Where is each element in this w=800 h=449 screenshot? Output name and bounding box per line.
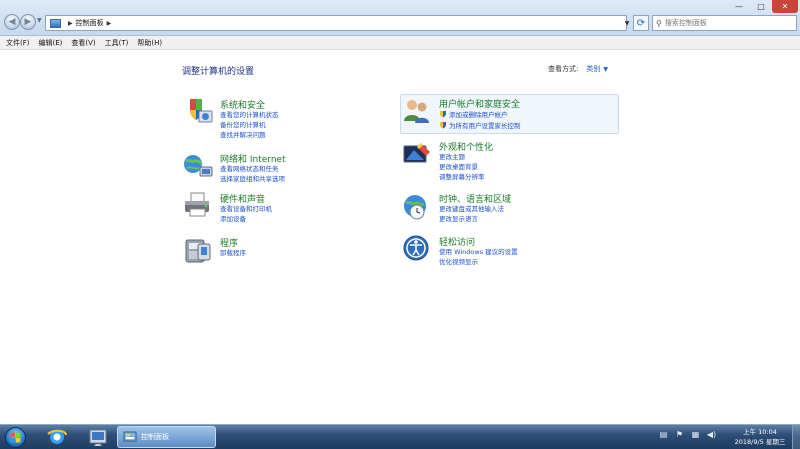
menu-edit[interactable]: 编辑(E) xyxy=(39,38,63,48)
system-tray: ▤ ⚑ ▦ ◀) xyxy=(658,429,722,440)
link-change-theme[interactable]: 更改主题 xyxy=(439,151,465,161)
category-system-security: 系统和安全 查看您的计算机状态 备份您的计算机 查找并解决问题 xyxy=(182,96,402,139)
link-change-display-language[interactable]: 更改显示语言 xyxy=(439,213,478,223)
link-backup-computer[interactable]: 备份您的计算机 xyxy=(220,119,266,129)
show-desktop-button[interactable] xyxy=(792,425,800,449)
link-parental-controls[interactable]: 为所有用户设置家长控制 xyxy=(439,120,521,130)
network-globe-icon[interactable] xyxy=(182,150,214,182)
system-clock[interactable]: 上午 10:04 2018/9/5 星期三 xyxy=(730,427,790,447)
search-box[interactable]: ⚲ xyxy=(652,15,797,31)
link-troubleshoot[interactable]: 查找并解决问题 xyxy=(220,129,266,139)
keyboard-icon[interactable]: ▤ xyxy=(658,429,669,440)
link-network-status[interactable]: 查看网络状态和任务 xyxy=(220,163,279,173)
view-by-label: 查看方式: xyxy=(548,65,579,73)
menu-file[interactable]: 文件(F) xyxy=(6,38,30,48)
address-bar[interactable]: ▶ 控制面板 ▶ xyxy=(45,15,627,31)
category-network-internet: 网络和 Internet 查看网络状态和任务 选择家庭组和共享选项 xyxy=(182,150,402,190)
link-desktop-background[interactable]: 更改桌面背景 xyxy=(439,161,478,171)
explorer-icon xyxy=(89,429,107,446)
title-bar: ◀ ▶ ▼ ▶ 控制面板 ▶ ▼ ⟳ ⚲ — □ ✕ xyxy=(0,0,800,36)
link-view-computer-status[interactable]: 查看您的计算机状态 xyxy=(220,109,279,119)
refresh-icon: ⟳ xyxy=(636,17,646,29)
category-appearance: 外观和个性化 更改主题 更改桌面背景 调整屏幕分辨率 xyxy=(401,138,621,181)
forward-button[interactable]: ▶ xyxy=(20,14,36,30)
volume-icon[interactable]: ◀) xyxy=(706,429,717,440)
category-ease-of-access: 轻松访问 使用 Windows 建议的设置 优化视频显示 xyxy=(401,233,621,273)
chevron-right-icon[interactable]: ▶ xyxy=(107,20,112,27)
search-input[interactable] xyxy=(664,19,785,27)
programs-icon[interactable] xyxy=(182,234,214,266)
taskbar-windows-explorer[interactable] xyxy=(80,426,116,448)
taskbar-control-panel-label: 控制面板 xyxy=(141,433,169,441)
menu-help[interactable]: 帮助(H) xyxy=(137,38,162,48)
menu-tools[interactable]: 工具(T) xyxy=(105,38,129,48)
view-by-value[interactable]: 类别 xyxy=(586,64,600,74)
address-dropdown-button[interactable]: ▼ xyxy=(621,15,633,31)
page-title: 调整计算机的设置 xyxy=(182,67,255,77)
clock-time: 上午 10:04 xyxy=(743,428,777,436)
link-optimize-visual-display[interactable]: 优化视频显示 xyxy=(439,256,478,266)
view-by-selector[interactable]: 查看方式: 类别 ▼ xyxy=(548,64,608,74)
taskbar-internet-explorer[interactable] xyxy=(39,426,75,448)
action-center-flag-icon[interactable]: ⚑ xyxy=(674,429,685,440)
category-hardware-sound: 硬件和声音 查看设备和打印机 添加设备 xyxy=(182,190,402,230)
arrow-left-icon: ◀ xyxy=(8,17,16,27)
chevron-right-icon[interactable]: ▶ xyxy=(68,20,73,27)
control-panel-icon xyxy=(50,18,61,28)
search-icon: ⚲ xyxy=(656,18,662,28)
link-text[interactable]: 为所有用户设置家长控制 xyxy=(449,120,521,130)
link-text[interactable]: 添加或删除用户帐户 xyxy=(449,109,508,119)
windows-logo-icon xyxy=(10,432,21,443)
shield-pc-icon[interactable] xyxy=(182,96,214,128)
uac-shield-icon xyxy=(440,111,446,118)
category-programs: 程序 卸载程序 xyxy=(182,234,402,274)
taskbar-control-panel[interactable]: 控制面板 xyxy=(117,426,216,448)
refresh-button[interactable]: ⟳ xyxy=(633,15,649,31)
users-icon[interactable] xyxy=(401,95,433,127)
printer-icon[interactable] xyxy=(182,190,214,222)
caret-down-icon[interactable]: ▼ xyxy=(603,66,608,73)
menu-bar: 文件(F) 编辑(E) 查看(V) 工具(T) 帮助(H) xyxy=(0,36,800,50)
breadcrumb-control-panel[interactable]: 控制面板 xyxy=(76,18,104,28)
link-windows-suggested-settings[interactable]: 使用 Windows 建议的设置 xyxy=(439,246,518,256)
ease-of-access-icon[interactable] xyxy=(401,233,433,265)
uac-shield-icon xyxy=(440,122,446,129)
maximize-button[interactable]: □ xyxy=(750,0,772,13)
link-add-device[interactable]: 添加设备 xyxy=(220,213,246,223)
taskbar: 控制面板 ▤ ⚑ ▦ ◀) 上午 10:04 2018/9/5 星期三 xyxy=(0,424,800,449)
clock-globe-icon[interactable] xyxy=(401,190,433,222)
category-clock-language-region: 时钟、语言和区域 更改键盘或其他输入法 更改显示语言 xyxy=(401,190,621,230)
start-button[interactable] xyxy=(5,427,26,448)
arrow-right-icon: ▶ xyxy=(24,17,32,27)
link-homegroup-sharing[interactable]: 选择家庭组和共享选项 xyxy=(220,173,285,183)
link-add-remove-users[interactable]: 添加或删除用户帐户 xyxy=(439,109,508,119)
recent-pages-dropdown[interactable]: ▼ xyxy=(37,17,42,24)
category-user-accounts[interactable]: 用户帐户和家庭安全 添加或删除用户帐户 为所有用户设置家长控制 xyxy=(400,94,619,134)
clock-date: 2018/9/5 星期三 xyxy=(734,438,786,446)
network-icon[interactable]: ▦ xyxy=(690,429,701,440)
link-change-input-method[interactable]: 更改键盘或其他输入法 xyxy=(439,203,504,213)
minimize-button[interactable]: — xyxy=(728,0,750,13)
link-devices-printers[interactable]: 查看设备和打印机 xyxy=(220,203,272,213)
back-button[interactable]: ◀ xyxy=(4,14,20,30)
link-screen-resolution[interactable]: 调整屏幕分辨率 xyxy=(439,171,485,181)
appearance-icon[interactable] xyxy=(401,138,433,170)
internet-explorer-icon xyxy=(47,429,67,444)
menu-view[interactable]: 查看(V) xyxy=(71,38,95,48)
control-panel-icon xyxy=(123,431,137,442)
link-uninstall-program[interactable]: 卸载程序 xyxy=(220,247,246,257)
close-button[interactable]: ✕ xyxy=(772,0,798,13)
